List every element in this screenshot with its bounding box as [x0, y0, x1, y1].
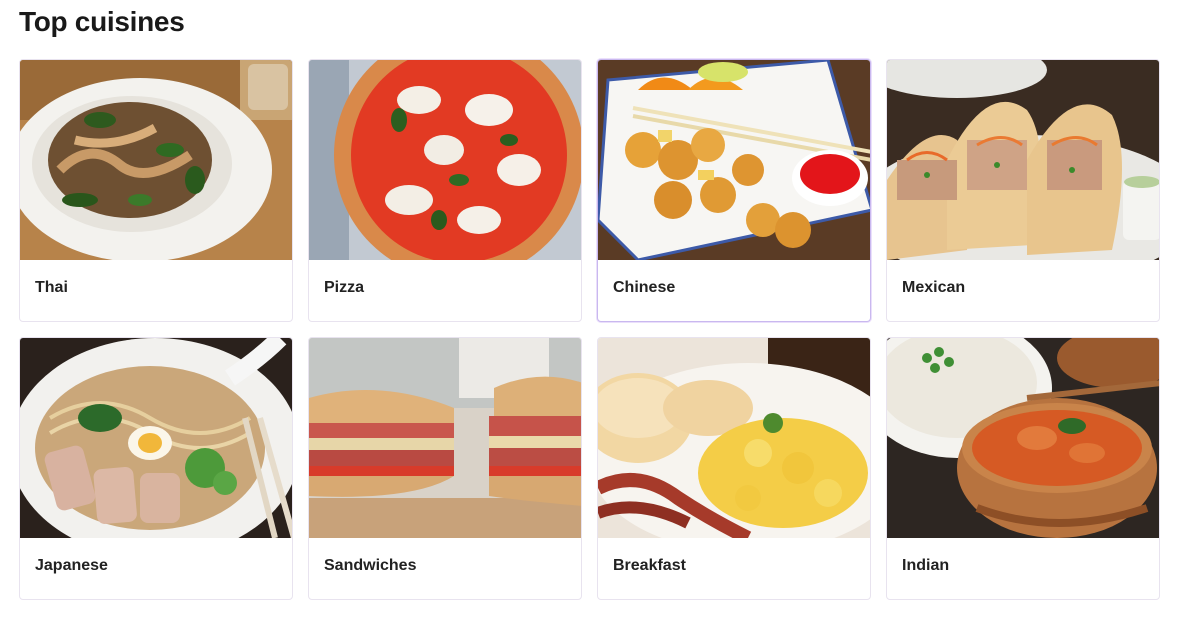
card-body: Breakfast	[598, 538, 870, 599]
card-body: Chinese	[598, 260, 870, 321]
cuisine-card-mexican[interactable]: Mexican	[886, 59, 1160, 322]
ramen-photo	[20, 338, 292, 538]
cuisine-card-japanese[interactable]: Japanese	[19, 337, 293, 600]
cuisine-card-indian[interactable]: Indian	[886, 337, 1160, 600]
card-body: Pizza	[309, 260, 581, 321]
deli-sandwich-photo	[309, 338, 581, 538]
cuisine-label: Thai	[35, 278, 68, 296]
cuisine-card-sandwiches[interactable]: Sandwiches	[308, 337, 582, 600]
sweet-sour-chicken-photo	[598, 60, 870, 260]
card-body: Sandwiches	[309, 538, 581, 599]
cuisine-label: Indian	[902, 556, 950, 574]
cuisine-card-thai[interactable]: Thai	[19, 59, 293, 322]
tacos-photo	[887, 60, 1159, 260]
card-body: Thai	[20, 260, 292, 321]
cuisine-label: Japanese	[35, 556, 108, 574]
cuisine-label: Mexican	[902, 278, 966, 296]
cuisine-card-breakfast[interactable]: Breakfast	[597, 337, 871, 600]
card-body: Mexican	[887, 260, 1159, 321]
section-title: Top cuisines	[19, 6, 185, 37]
card-body: Indian	[887, 538, 1159, 599]
cuisine-card-pizza[interactable]: Pizza	[308, 59, 582, 322]
cuisine-grid: Thai Pizza Chinese Mexican Japanese Sand…	[19, 59, 1160, 600]
curry-pot-photo	[887, 338, 1159, 538]
cuisine-card-chinese[interactable]: Chinese	[597, 59, 871, 322]
margherita-pizza-photo	[309, 60, 581, 260]
cuisine-label: Chinese	[613, 278, 676, 296]
card-body: Japanese	[20, 538, 292, 599]
cuisine-label: Breakfast	[613, 556, 686, 574]
pad-see-ew-photo	[20, 60, 292, 260]
cuisine-label: Sandwiches	[324, 556, 417, 574]
breakfast-plate-photo	[598, 338, 870, 538]
cuisine-label: Pizza	[324, 278, 365, 296]
